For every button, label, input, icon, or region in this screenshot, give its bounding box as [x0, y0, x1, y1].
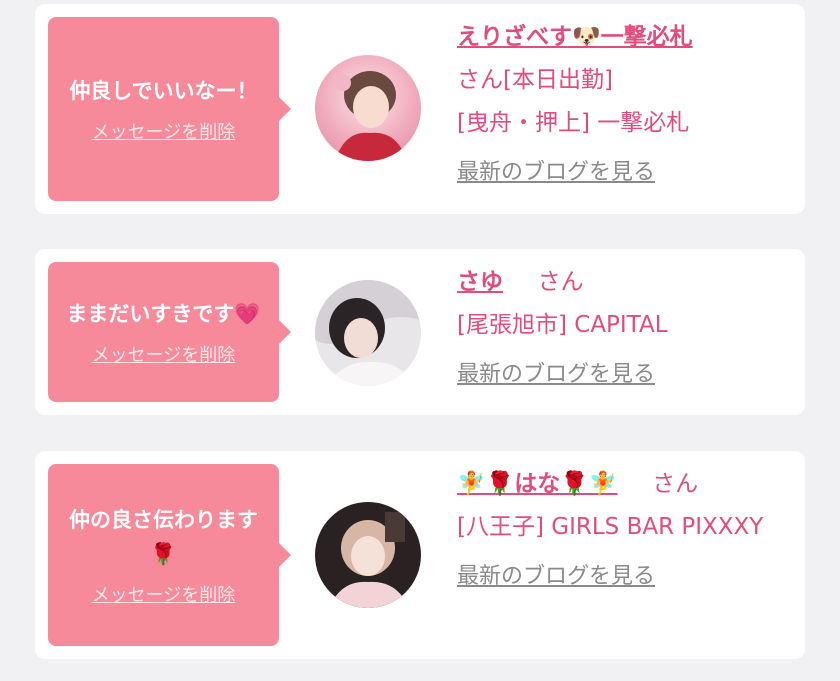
avatar-photo-icon	[315, 280, 421, 386]
shop-label: [尾張旭市] CAPITAL	[457, 312, 668, 338]
cast-suffix: さん[本日出勤]	[457, 67, 613, 93]
cast-info: えりざべす🐶一撃必札 さん[本日出勤] [曳舟・押上] 一撃必札 最新のブログを…	[457, 16, 797, 194]
delete-message-link[interactable]: メッセージを削除	[92, 581, 236, 607]
cast-name-link[interactable]: さゆ	[457, 269, 503, 295]
delete-message-link[interactable]: メッセージを削除	[92, 118, 236, 144]
message-bubble: 仲の良さ伝わります🌹 メッセージを削除	[48, 464, 291, 646]
cast-suffix: さん	[537, 269, 584, 295]
delete-message-link[interactable]: メッセージを削除	[92, 341, 236, 367]
cast-info: 🧚🌹はな🌹🧚 さん [八王子] GIRLS BAR PIXXXY 最新のブログを…	[457, 463, 797, 598]
latest-blog-link[interactable]: 最新のブログを見る	[457, 555, 655, 598]
avatar[interactable]	[315, 502, 421, 608]
shop-label: [八王子] GIRLS BAR PIXXXY	[457, 514, 764, 540]
message-card: ままだいすきです💗 メッセージを削除 さゆ さん [尾張旭市] CAPITAL …	[35, 249, 805, 415]
message-bubble: 仲良しでいいなー！ メッセージを削除	[48, 17, 291, 201]
cast-suffix: さん	[652, 471, 699, 497]
message-text: ままだいすきです💗	[66, 302, 261, 326]
latest-blog-link[interactable]: 最新のブログを見る	[457, 151, 655, 194]
message-text: 仲の良さ伝わります🌹	[69, 508, 258, 566]
cast-name-link[interactable]: えりざべす🐶一撃必札	[457, 24, 693, 50]
avatar-photo-icon	[315, 502, 421, 608]
avatar[interactable]	[315, 55, 421, 161]
latest-blog-link[interactable]: 最新のブログを見る	[457, 353, 655, 396]
message-card: 仲良しでいいなー！ メッセージを削除 えりざべす🐶一撃必札 さん[本日出勤] […	[35, 4, 805, 214]
cast-name-link[interactable]: 🧚🌹はな🌹🧚	[457, 471, 618, 497]
message-card: 仲の良さ伝わります🌹 メッセージを削除 🧚🌹はな🌹🧚 さん [八王子] GIRL…	[35, 451, 805, 659]
message-bubble: ままだいすきです💗 メッセージを削除	[48, 262, 291, 402]
avatar-photo-icon	[315, 55, 421, 161]
avatar[interactable]	[315, 280, 421, 386]
shop-label: [曳舟・押上] 一撃必札	[457, 110, 690, 136]
cast-info: さゆ さん [尾張旭市] CAPITAL 最新のブログを見る	[457, 261, 797, 396]
message-text: 仲良しでいいなー！	[69, 79, 258, 103]
